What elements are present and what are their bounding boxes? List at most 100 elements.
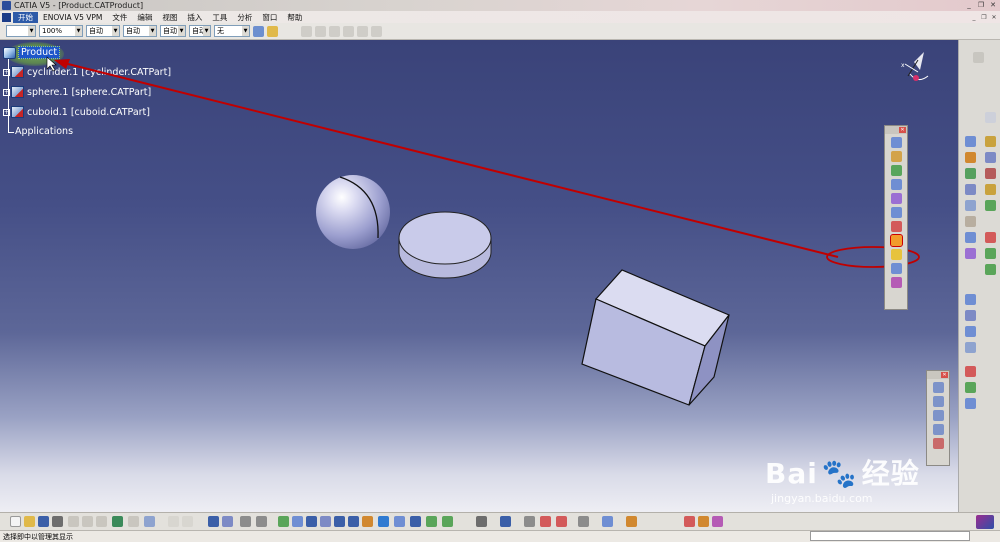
tool-icon[interactable] [965, 382, 976, 393]
tool-icon[interactable] [965, 248, 976, 259]
normal-view-icon[interactable] [362, 516, 373, 527]
tool-icon[interactable] [985, 232, 996, 243]
existing-component-icon[interactable] [890, 179, 902, 190]
tool-icon[interactable] [965, 232, 976, 243]
copy-icon[interactable] [82, 516, 93, 527]
tool-icon[interactable] [985, 136, 996, 147]
iso-view-icon[interactable] [394, 516, 405, 527]
cuboid-part[interactable] [581, 269, 730, 406]
constraint-icon[interactable] [932, 396, 944, 407]
menu-tools[interactable]: 工具 [207, 12, 232, 23]
line-combo[interactable]: 自动 ▼ [189, 25, 211, 37]
tool-icon[interactable] [524, 516, 535, 527]
menu-view[interactable]: 视图 [157, 12, 182, 23]
menu-file[interactable]: 文件 [107, 12, 132, 23]
multi-instantiation-icon[interactable] [890, 263, 902, 274]
constraint-icon[interactable] [932, 382, 944, 393]
zoom-out-icon[interactable] [348, 516, 359, 527]
formula-icon[interactable] [168, 516, 179, 527]
menu-analyze[interactable]: 分析 [232, 12, 257, 23]
comment-icon[interactable] [182, 516, 193, 527]
thickness-combo[interactable]: 自动 ▼ [123, 25, 157, 37]
linetype-combo[interactable]: 自动 ▼ [86, 25, 120, 37]
close-button[interactable]: ✕ [988, 0, 998, 10]
tool-icon[interactable] [985, 264, 996, 275]
fast-multi-instantiation-icon[interactable] [890, 277, 902, 288]
tool-icon[interactable] [222, 516, 233, 527]
select-arrow-icon[interactable] [985, 112, 996, 123]
tool-icon[interactable] [965, 168, 976, 179]
cut-icon[interactable] [68, 516, 79, 527]
menu-edit[interactable]: 编辑 [132, 12, 157, 23]
tool-icon[interactable] [240, 516, 251, 527]
compass-icon[interactable]: x [901, 52, 929, 81]
manage-representations-icon[interactable] [890, 249, 902, 260]
tool-icon[interactable] [684, 516, 695, 527]
fit-all-icon[interactable] [292, 516, 303, 527]
minimize-button[interactable]: _ [964, 0, 974, 10]
doc-restore-button[interactable]: ❐ [980, 13, 988, 21]
painter-icon[interactable] [253, 25, 264, 37]
menu-start[interactable]: 开始 [13, 11, 38, 23]
tool-icon[interactable] [985, 248, 996, 259]
tool-icon[interactable] [540, 516, 551, 527]
print-icon[interactable] [52, 516, 63, 527]
layer-combo[interactable]: 无 ▼ [214, 25, 250, 37]
menu-window[interactable]: 窗口 [257, 12, 282, 23]
shading-icon[interactable] [410, 516, 421, 527]
tool-icon[interactable] [965, 216, 976, 227]
constraint-icon[interactable] [932, 424, 944, 435]
sphere-part[interactable] [316, 175, 390, 249]
tool-icon[interactable] [712, 516, 723, 527]
graph-tree-reorder-icon[interactable] [890, 207, 902, 218]
open-folder-icon[interactable] [24, 516, 35, 527]
part-icon[interactable] [890, 165, 902, 176]
tool-icon[interactable] [698, 516, 709, 527]
point-combo[interactable]: 自动 ▼ [160, 25, 186, 37]
replace-component-icon[interactable] [890, 193, 902, 204]
tool-icon[interactable] [965, 184, 976, 195]
swap-space-icon[interactable] [442, 516, 453, 527]
command-input[interactable] [810, 531, 970, 541]
menu-help[interactable]: 帮助 [282, 12, 307, 23]
whats-this-icon[interactable] [144, 516, 155, 527]
new-file-icon[interactable] [10, 516, 21, 527]
tool-icon[interactable] [985, 152, 996, 163]
close-icon[interactable]: ✕ [941, 372, 948, 378]
restore-button[interactable]: ❐ [976, 0, 986, 10]
close-icon[interactable]: ✕ [899, 127, 906, 133]
color-combo[interactable]: ▼ [6, 25, 36, 37]
menu-enovia[interactable]: ENOVIA V5 VPM [38, 13, 107, 22]
tool-icon[interactable] [578, 516, 589, 527]
tool-icon[interactable] [965, 294, 976, 305]
component-icon[interactable] [890, 137, 902, 148]
redo-icon[interactable] [128, 516, 139, 527]
selective-load-icon[interactable] [889, 234, 903, 247]
constraint-icon[interactable] [932, 410, 944, 421]
hide-show-icon[interactable] [426, 516, 437, 527]
tool-icon[interactable] [602, 516, 613, 527]
tool-icon[interactable] [965, 366, 976, 377]
fly-mode-icon[interactable] [278, 516, 289, 527]
select-arrow-icon[interactable] [973, 52, 984, 63]
tool-icon[interactable] [965, 152, 976, 163]
cylinder-part[interactable] [398, 211, 492, 279]
save-icon[interactable] [38, 516, 49, 527]
transparency-combo[interactable]: 100% ▼ [39, 25, 83, 37]
tool-icon[interactable] [965, 136, 976, 147]
tool-icon[interactable] [985, 168, 996, 179]
catalog-icon[interactable] [208, 516, 219, 527]
tool-icon[interactable] [985, 184, 996, 195]
undo-icon[interactable] [112, 516, 123, 527]
tool-icon[interactable] [965, 342, 976, 353]
tool-icon[interactable] [965, 200, 976, 211]
tool-icon[interactable] [985, 200, 996, 211]
brush-icon[interactable] [267, 25, 278, 37]
generate-numbering-icon[interactable] [890, 221, 902, 232]
constraint-icon[interactable] [932, 438, 944, 449]
tool-icon[interactable] [626, 516, 637, 527]
paste-icon[interactable] [96, 516, 107, 527]
zoom-in-icon[interactable] [334, 516, 345, 527]
rotate-icon[interactable] [320, 516, 331, 527]
multi-view-icon[interactable] [378, 516, 389, 527]
